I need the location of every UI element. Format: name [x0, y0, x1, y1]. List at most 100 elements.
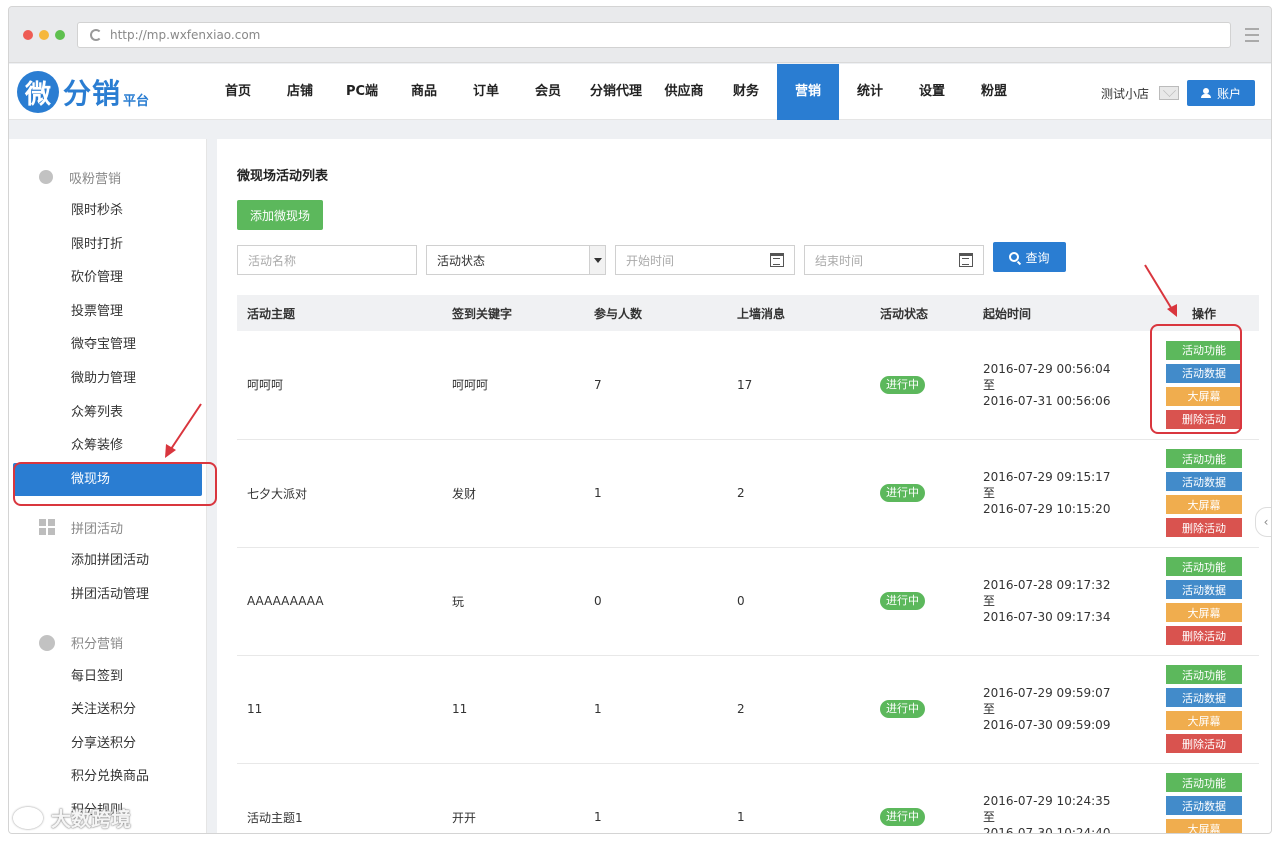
- sidebar-item-group3-1[interactable]: 关注送积分: [9, 693, 206, 727]
- sidebar-item-group3-0[interactable]: 每日签到: [9, 660, 206, 694]
- chevron-left-icon: ‹: [1263, 515, 1269, 529]
- nav-item-12[interactable]: 粉盟: [963, 64, 1025, 120]
- sidebar-item-group3-3[interactable]: 积分兑换商品: [9, 760, 206, 794]
- nav-item-11[interactable]: 设置: [901, 64, 963, 120]
- sidebar-item-group1-2[interactable]: 砍价管理: [9, 261, 206, 295]
- annotation-arrow-icon: [165, 403, 202, 458]
- activity-function-button[interactable]: 活动功能: [1166, 773, 1242, 792]
- big-screen-button[interactable]: 大屏幕: [1166, 495, 1242, 514]
- collapse-panel-handle[interactable]: ‹: [1255, 507, 1271, 537]
- nav-item-7[interactable]: 供应商: [653, 64, 715, 120]
- big-screen-button[interactable]: 大屏幕: [1166, 819, 1242, 833]
- time-cell: 2016-07-29 09:15:17 至 2016-07-29 10:15:20: [973, 439, 1149, 547]
- activity-status-value: 活动状态: [437, 253, 486, 268]
- sidebar-item-group2-1[interactable]: 拼团活动管理: [9, 578, 206, 612]
- delete-activity-button[interactable]: 删除活动: [1166, 518, 1242, 537]
- time-separator: 至: [983, 377, 996, 392]
- chevron-down-icon[interactable]: [589, 246, 605, 274]
- shop-name[interactable]: 测试小店: [1101, 85, 1149, 102]
- activity-data-button[interactable]: 活动数据: [1166, 580, 1242, 599]
- browser-toolbar: http://mp.wxfenxiao.com: [9, 7, 1271, 63]
- sidebar-item-group1-0[interactable]: 限时秒杀: [9, 194, 206, 228]
- delete-activity-button[interactable]: 删除活动: [1166, 734, 1242, 753]
- status-cell: 进行中: [870, 331, 973, 439]
- nav-item-5[interactable]: 会员: [517, 64, 579, 120]
- nav-item-3[interactable]: 商品: [393, 64, 455, 120]
- topic-cell: 七夕大派对: [247, 486, 308, 501]
- activity-data-button[interactable]: 活动数据: [1166, 796, 1242, 815]
- nav-item-9[interactable]: 营销: [777, 64, 839, 120]
- nav-item-6[interactable]: 分销代理: [579, 64, 653, 120]
- activity-status-select[interactable]: 活动状态: [426, 245, 606, 275]
- nav-item-1[interactable]: 店铺: [269, 64, 331, 120]
- menu-icon[interactable]: [1245, 28, 1259, 42]
- status-cell: 进行中: [870, 763, 973, 833]
- end-time: 2016-07-29 10:15:20: [983, 502, 1111, 516]
- reload-icon[interactable]: [90, 29, 102, 41]
- nav-item-2[interactable]: PC端: [331, 64, 393, 120]
- sidebar-group-points: 积分营销: [9, 626, 206, 660]
- column-header: 参与人数: [594, 306, 643, 321]
- sidebar-item-group1-1[interactable]: 限时打折: [9, 228, 206, 262]
- activity-name-input[interactable]: 活动名称: [237, 245, 417, 275]
- participants-cell: 1: [594, 486, 602, 500]
- logo-mark: 微: [17, 71, 59, 113]
- account-button[interactable]: 账户: [1186, 80, 1255, 106]
- start-time-input[interactable]: 开始时间: [615, 245, 795, 275]
- mail-icon[interactable]: [1158, 86, 1179, 100]
- sidebar-item-group1-4[interactable]: 微夺宝管理: [9, 328, 206, 362]
- activity-function-button[interactable]: 活动功能: [1166, 449, 1242, 468]
- activity-data-button[interactable]: 活动数据: [1166, 688, 1242, 707]
- activity-data-button[interactable]: 活动数据: [1166, 472, 1242, 491]
- nav-item-0[interactable]: 首页: [207, 64, 269, 120]
- activity-name-placeholder: 活动名称: [248, 253, 297, 268]
- logo[interactable]: 微 分销 平台: [17, 71, 149, 113]
- participants-cell: 0: [594, 594, 602, 608]
- calendar-icon[interactable]: [770, 253, 784, 267]
- address-bar[interactable]: http://mp.wxfenxiao.com: [77, 22, 1231, 48]
- keyword-cell: 呵呵呵: [452, 378, 489, 393]
- search-label: 查询: [1025, 250, 1050, 265]
- end-time: 2016-07-30 09:17:34: [983, 610, 1111, 624]
- end-time-input[interactable]: 结束时间: [804, 245, 984, 275]
- nav-item-10[interactable]: 统计: [839, 64, 901, 120]
- time-cell: 2016-07-29 09:59:07 至 2016-07-30 09:59:09: [973, 655, 1149, 763]
- sidebar-item-group3-2[interactable]: 分享送积分: [9, 727, 206, 761]
- end-time: 2016-07-30 09:59:09: [983, 718, 1111, 732]
- time-separator: 至: [983, 486, 996, 500]
- status-badge: 进行中: [880, 484, 925, 502]
- time-separator: 至: [983, 594, 996, 608]
- maximize-dot-icon[interactable]: [55, 30, 65, 40]
- end-time: 2016-07-30 10:24:40: [983, 826, 1111, 834]
- nav-item-4[interactable]: 订单: [455, 64, 517, 120]
- add-live-event-button[interactable]: 添加微现场: [237, 200, 323, 230]
- operations-cell: 活动功能活动数据大屏幕删除活动: [1149, 547, 1259, 655]
- column-header: 活动状态: [880, 306, 929, 321]
- activity-function-button[interactable]: 活动功能: [1166, 665, 1242, 684]
- sidebar-group-groupbuy: 拼团活动: [9, 510, 206, 544]
- calendar-icon[interactable]: [959, 253, 973, 267]
- delete-activity-button[interactable]: 删除活动: [1166, 626, 1242, 645]
- end-time-placeholder: 结束时间: [815, 253, 864, 268]
- time-cell: 2016-07-28 09:17:32 至 2016-07-30 09:17:34: [973, 547, 1149, 655]
- sidebar-item-group1-3[interactable]: 投票管理: [9, 295, 206, 329]
- big-screen-button[interactable]: 大屏幕: [1166, 603, 1242, 622]
- table-row: 七夕大派对 发财 1 2 进行中 2016-07-29 09:15:17 至 2016-07-…: [237, 439, 1259, 547]
- close-dot-icon[interactable]: [23, 30, 33, 40]
- pie-chart-icon: [39, 634, 55, 651]
- operations-highlight-annotation: [1150, 324, 1242, 434]
- status-badge: 进行中: [880, 375, 925, 394]
- operations-cell: 活动功能活动数据大屏幕删除活动: [1149, 763, 1259, 833]
- logo-subtext: 平台: [123, 93, 150, 109]
- time-cell: 2016-07-29 10:24:35 至 2016-07-30 10:24:40: [973, 763, 1149, 834]
- search-button[interactable]: 查询: [993, 242, 1066, 272]
- sidebar-item-group1-5[interactable]: 微助力管理: [9, 362, 206, 396]
- nav-item-8[interactable]: 财务: [715, 64, 777, 120]
- minimize-dot-icon[interactable]: [39, 30, 49, 40]
- watermark-logo-icon: [13, 806, 43, 829]
- status-cell: 进行中: [870, 655, 973, 763]
- big-screen-button[interactable]: 大屏幕: [1166, 711, 1242, 730]
- account-label: 账户: [1216, 86, 1241, 101]
- activity-function-button[interactable]: 活动功能: [1166, 557, 1242, 576]
- sidebar-item-group2-0[interactable]: 添加拼团活动: [9, 544, 206, 578]
